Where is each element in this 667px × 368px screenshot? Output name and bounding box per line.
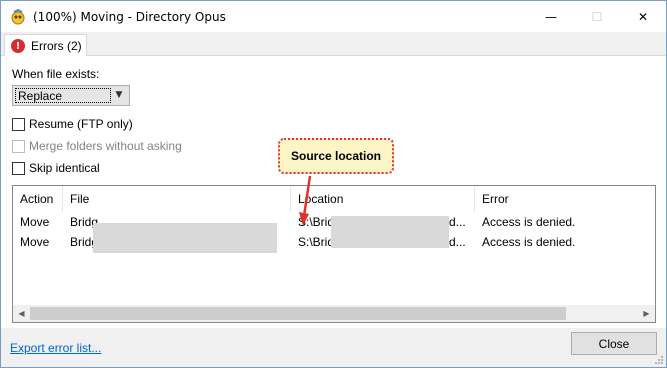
horizontal-scrollbar[interactable]: ◀ ▶: [13, 305, 655, 322]
title-bar[interactable]: (100%) Moving - Directory Opus — ☐ ✕: [1, 1, 666, 32]
skip-identical-option[interactable]: Skip identical: [12, 160, 100, 176]
resume-checkbox[interactable]: [12, 117, 25, 131]
merge-folders-checkbox: [12, 139, 25, 153]
merge-folders-option: Merge folders without asking: [12, 138, 182, 154]
scroll-right-icon[interactable]: ▶: [638, 305, 655, 322]
row-action: Move: [20, 215, 50, 229]
resume-option[interactable]: Resume (FTP only): [12, 116, 133, 132]
error-list[interactable]: Action File Location Error Move Bridg S:…: [12, 185, 656, 323]
redacted-file-names: [93, 223, 277, 253]
when-file-exists-dropdown[interactable]: Replace ▼: [12, 85, 130, 106]
dialog-footer: Export error list... Close: [1, 328, 666, 367]
resume-label: Resume (FTP only): [29, 117, 133, 131]
scrollbar-thumb[interactable]: [30, 307, 566, 320]
scroll-left-icon[interactable]: ◀: [13, 305, 30, 322]
row-action: Move: [20, 235, 50, 249]
tab-errors-label: Errors (2): [31, 39, 82, 53]
callout-arrow-icon: [299, 175, 312, 226]
tab-errors[interactable]: ! Errors (2): [4, 34, 87, 57]
row-error: Access is denied.: [482, 215, 576, 229]
column-header-file[interactable]: File: [63, 186, 291, 212]
resize-grip-icon[interactable]: [654, 355, 664, 365]
error-list-header: Action File Location Error: [13, 186, 655, 212]
row-error: Access is denied.: [482, 235, 576, 249]
close-window-button[interactable]: ✕: [620, 1, 666, 32]
close-button[interactable]: Close: [571, 332, 657, 355]
error-icon: !: [11, 39, 25, 53]
window-title: (100%) Moving - Directory Opus: [33, 9, 226, 24]
errors-panel: When file exists: Replace ▼ Resume (FTP …: [1, 56, 666, 328]
source-location-callout: Source location: [278, 138, 394, 174]
dialog-window: (100%) Moving - Directory Opus — ☐ ✕ ! E…: [0, 0, 667, 368]
column-header-action[interactable]: Action: [13, 186, 63, 212]
merge-folders-label: Merge folders without asking: [29, 139, 182, 153]
redacted-locations: [331, 216, 449, 248]
when-file-exists-label: When file exists:: [12, 67, 100, 81]
when-file-exists-value: Replace: [15, 88, 111, 103]
column-header-error[interactable]: Error: [475, 186, 655, 212]
tab-strip: ! Errors (2): [1, 32, 666, 57]
skip-identical-checkbox[interactable]: [12, 161, 25, 175]
chevron-down-icon: ▼: [115, 90, 123, 100]
maximize-button[interactable]: ☐: [574, 1, 620, 32]
window-controls: — ☐ ✕: [528, 1, 666, 32]
skip-identical-label: Skip identical: [29, 161, 100, 175]
minimize-button[interactable]: —: [528, 1, 574, 32]
export-error-list-link[interactable]: Export error list...: [10, 341, 101, 355]
directory-opus-icon: [10, 8, 26, 25]
